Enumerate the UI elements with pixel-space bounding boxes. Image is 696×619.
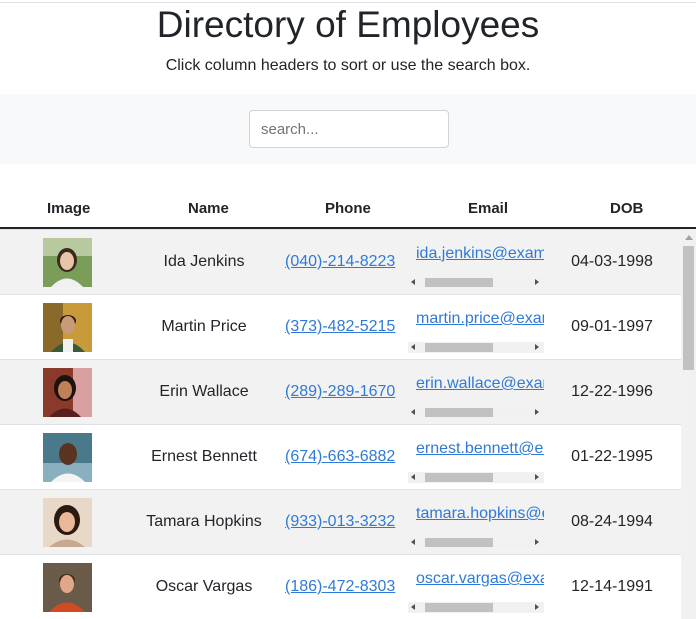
avatar — [43, 563, 92, 612]
scroll-left-arrow-icon[interactable] — [411, 279, 415, 285]
email-link[interactable]: oscar.vargas@example.com — [416, 570, 544, 588]
avatar-photo-icon — [43, 238, 92, 287]
email-cell: erin.wallace@example.com — [408, 368, 544, 418]
scrollbar-thumb[interactable] — [425, 408, 493, 417]
horizontal-scrollbar[interactable] — [408, 472, 544, 483]
email-link[interactable]: erin.wallace@example.com — [416, 375, 544, 393]
scrollbar-thumb[interactable] — [425, 343, 493, 352]
avatar-photo-icon — [43, 303, 92, 352]
employee-dob: 09-01-1997 — [571, 318, 653, 335]
horizontal-scrollbar[interactable] — [408, 277, 544, 288]
avatar — [43, 368, 92, 417]
scroll-right-arrow-icon[interactable] — [535, 409, 539, 415]
phone-link[interactable]: (040)-214-8223 — [285, 253, 395, 271]
column-header-phone[interactable]: Phone — [325, 200, 371, 217]
horizontal-scrollbar[interactable] — [408, 537, 544, 548]
avatar-photo-icon — [43, 498, 92, 547]
scrollbar-thumb[interactable] — [425, 538, 493, 547]
table-body: Ida Jenkins (040)-214-8223 ida.jenkins@e… — [0, 229, 696, 619]
email-link[interactable]: martin.price@example.com — [416, 310, 544, 328]
column-header-dob[interactable]: DOB — [610, 200, 643, 217]
scroll-left-arrow-icon[interactable] — [411, 539, 415, 545]
scroll-left-arrow-icon[interactable] — [411, 474, 415, 480]
employee-name: Martin Price — [161, 318, 247, 335]
phone-link[interactable]: (674)-663-6882 — [285, 448, 395, 466]
email-link[interactable]: tamara.hopkins@example.com — [416, 505, 544, 523]
avatar-photo-icon — [43, 368, 92, 417]
scroll-left-arrow-icon[interactable] — [411, 344, 415, 350]
employee-name: Erin Wallace — [159, 383, 249, 400]
table-row: Tamara Hopkins (933)-013-3232 tamara.hop… — [0, 489, 681, 554]
horizontal-scrollbar[interactable] — [408, 602, 544, 613]
email-cell: oscar.vargas@example.com — [408, 563, 544, 613]
employee-dob: 08-24-1994 — [571, 513, 653, 530]
scroll-up-arrow-icon[interactable] — [685, 235, 693, 240]
scroll-right-arrow-icon[interactable] — [535, 539, 539, 545]
table-header: Image Name Phone Email DOB — [0, 188, 696, 229]
column-header-email[interactable]: Email — [468, 200, 508, 217]
search-bar — [0, 94, 696, 164]
avatar — [43, 433, 92, 482]
employee-name: Ernest Bennett — [151, 448, 257, 465]
phone-link[interactable]: (933)-013-3232 — [285, 513, 395, 531]
scroll-right-arrow-icon[interactable] — [535, 344, 539, 350]
search-input[interactable] — [249, 110, 449, 148]
scroll-left-arrow-icon[interactable] — [411, 409, 415, 415]
email-cell: ida.jenkins@example.com — [408, 238, 544, 288]
scrollbar-thumb[interactable] — [425, 603, 493, 612]
phone-link[interactable]: (186)-472-8303 — [285, 578, 395, 596]
avatar-photo-icon — [43, 433, 92, 482]
page-title: Directory of Employees — [156, 4, 540, 45]
horizontal-scrollbar[interactable] — [408, 342, 544, 353]
table-row: Oscar Vargas (186)-472-8303 oscar.vargas… — [0, 554, 681, 619]
table-row: Ida Jenkins (040)-214-8223 ida.jenkins@e… — [0, 229, 681, 294]
scroll-right-arrow-icon[interactable] — [535, 604, 539, 610]
email-cell: tamara.hopkins@example.com — [408, 498, 544, 548]
scroll-right-arrow-icon[interactable] — [535, 279, 539, 285]
phone-link[interactable]: (373)-482-5215 — [285, 318, 395, 336]
employee-name: Tamara Hopkins — [146, 513, 262, 530]
employee-name: Ida Jenkins — [163, 253, 245, 270]
table-row: Erin Wallace (289)-289-1670 erin.wallace… — [0, 359, 681, 424]
horizontal-scrollbar[interactable] — [408, 407, 544, 418]
email-link[interactable]: ernest.bennett@example.com — [416, 440, 544, 458]
avatar — [43, 238, 92, 287]
avatar — [43, 498, 92, 547]
phone-link[interactable]: (289)-289-1670 — [285, 383, 395, 401]
employee-dob: 12-14-1991 — [571, 578, 653, 595]
scroll-right-arrow-icon[interactable] — [535, 474, 539, 480]
email-cell: ernest.bennett@example.com — [408, 433, 544, 483]
page-header: Directory of Employees Click column head… — [0, 0, 696, 94]
avatar — [43, 303, 92, 352]
employee-dob: 01-22-1995 — [571, 448, 653, 465]
scrollbar-thumb[interactable] — [425, 473, 493, 482]
column-header-image[interactable]: Image — [47, 200, 90, 217]
column-header-name[interactable]: Name — [188, 200, 229, 217]
employee-dob: 12-22-1996 — [571, 383, 653, 400]
email-link[interactable]: ida.jenkins@example.com — [416, 245, 544, 263]
scroll-left-arrow-icon[interactable] — [411, 604, 415, 610]
table-row: Ernest Bennett (674)-663-6882 ernest.ben… — [0, 424, 681, 489]
page-subtitle: Click column headers to sort or use the … — [165, 57, 531, 74]
employee-name: Oscar Vargas — [155, 578, 253, 595]
vertical-scrollbar[interactable] — [681, 229, 696, 619]
scrollbar-thumb[interactable] — [425, 278, 493, 287]
avatar-photo-icon — [43, 563, 92, 612]
email-cell: martin.price@example.com — [408, 303, 544, 353]
vertical-scrollbar-thumb[interactable] — [683, 246, 694, 370]
employee-dob: 04-03-1998 — [571, 253, 653, 270]
table-row: Martin Price (373)-482-5215 martin.price… — [0, 294, 681, 359]
